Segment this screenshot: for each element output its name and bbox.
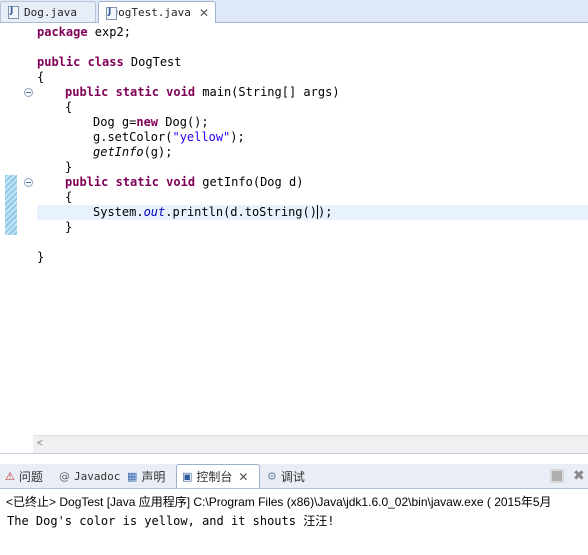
console-header: <已终止> DogTest [Java 应用程序] C:\Program Fil… [6,495,552,509]
code-line: package exp2; [37,25,131,39]
console-icon: ▣ [182,470,193,483]
editor-gutter [0,23,20,438]
change-marker [5,175,17,235]
code-line: Dog g=new Dog(); [93,115,209,129]
code-line: } [65,160,73,174]
tab-javadoc[interactable]: @ Javadoc [54,464,125,488]
close-icon[interactable]: ✕ [238,470,248,484]
close-icon[interactable]: ✕ [199,6,209,20]
panel-tab-bar: ⚠ 问题 @ Javadoc ▦ 声明 ▣ 控制台 ✕ ⚙ 调试 ✖ [0,464,588,489]
code-line: { [65,190,73,204]
code-text[interactable]: package exp2; public class DogTest { pub… [37,23,588,438]
terminate-button[interactable] [550,469,564,483]
folding-ruler [20,23,36,438]
java-file-icon [7,6,19,19]
code-line: g.setColor("yellow"); [93,130,245,144]
java-file-icon [105,6,123,20]
code-line: public static void getInfo(Dog d) [65,175,304,189]
code-line: } [65,220,73,234]
debug-icon: ⚙ [267,469,277,483]
horizontal-scrollbar[interactable]: < [33,435,588,453]
code-editor[interactable]: package exp2; public class DogTest { pub… [0,23,588,453]
code-line: { [37,70,45,84]
code-line: public class DogTest [37,55,182,69]
tab-debug[interactable]: ⚙ 调试 [262,464,310,488]
fold-collapse-icon[interactable] [24,178,33,187]
tab-label: DogTest.java [111,6,191,19]
tab-console[interactable]: ▣ 控制台 ✕ [176,464,260,488]
console-output[interactable]: The Dog's color is yellow, and it shouts… [7,512,334,529]
tab-label: Dog.java [24,5,77,19]
declaration-icon: ▦ [127,469,138,483]
code-line: System.out.println(d.toString()); [93,205,333,219]
code-line: } [37,250,45,264]
code-line: public static void main(String[] args) [65,85,340,99]
tab-dogtest-java[interactable]: DogTest.java ✕ [98,1,216,23]
javadoc-icon: @ [59,469,70,483]
tab-dog-java[interactable]: Dog.java [0,1,96,22]
scroll-left-icon[interactable]: < [37,438,43,449]
problems-icon: ⚠ [5,469,15,483]
code-line: getInfo(g); [93,145,173,159]
remove-launch-icon[interactable]: ✖ [573,469,587,483]
code-line: { [65,100,73,114]
tab-problems[interactable]: ⚠ 问题 [0,464,48,488]
editor-tab-bar: Dog.java DogTest.java ✕ [0,0,588,23]
fold-collapse-icon[interactable] [24,88,33,97]
console-panel: ⚠ 问题 @ Javadoc ▦ 声明 ▣ 控制台 ✕ ⚙ 调试 ✖ <已终止>… [0,453,588,555]
tab-declaration[interactable]: ▦ 声明 [122,464,170,488]
